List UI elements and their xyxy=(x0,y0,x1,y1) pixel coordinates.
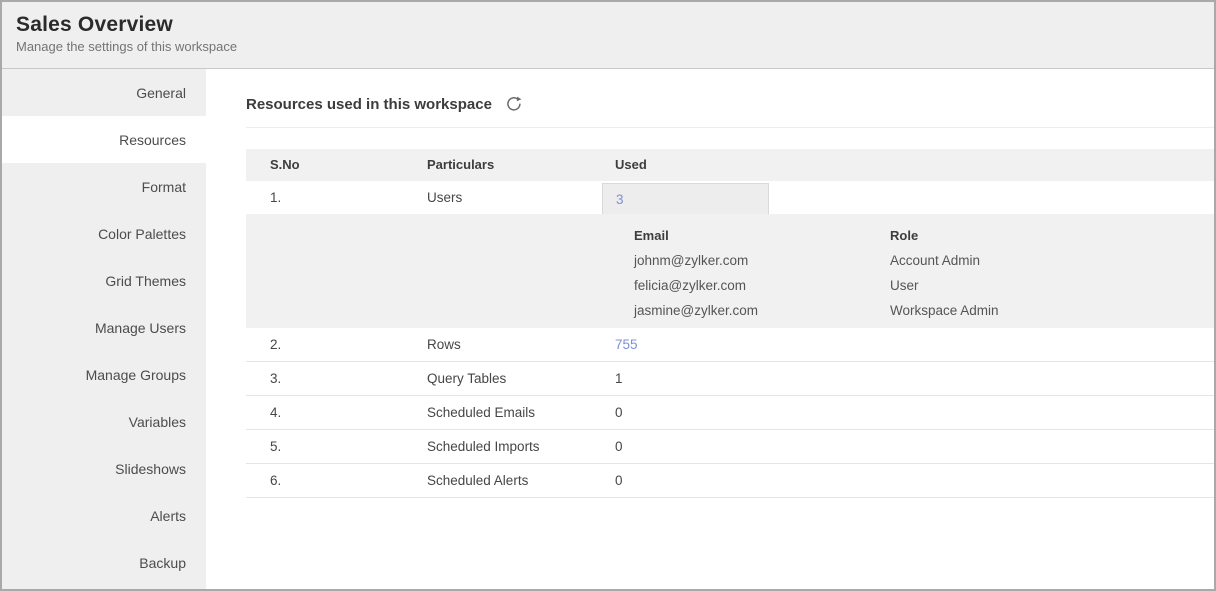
resources-content: Resources used in this workspace S.No Pa… xyxy=(206,69,1214,589)
sidebar-item-general[interactable]: General xyxy=(2,69,206,116)
detail-header-email: Email xyxy=(634,223,890,248)
section-title: Resources used in this workspace xyxy=(246,96,492,113)
section-divider xyxy=(246,127,1214,128)
detail-role-column: Role Account Admin User Workspace Admin xyxy=(890,223,1214,328)
sidebar-item-backup[interactable]: Backup xyxy=(2,539,206,586)
users-count-tab[interactable]: 3 xyxy=(602,183,769,214)
cell-particulars: Query Tables xyxy=(427,362,615,395)
sidebar-item-manage-users[interactable]: Manage Users xyxy=(2,304,206,351)
workspace-settings-page: Sales Overview Manage the settings of th… xyxy=(2,2,1214,589)
rows-count-link[interactable]: 755 xyxy=(615,337,638,352)
sidebar-item-color-palettes[interactable]: Color Palettes xyxy=(2,210,206,257)
column-header-sno: S.No xyxy=(246,149,427,181)
sidebar-item-alerts[interactable]: Alerts xyxy=(2,492,206,539)
cell-used: 3 xyxy=(615,181,1214,214)
cell-particulars: Scheduled Imports xyxy=(427,430,615,463)
section-head: Resources used in this workspace xyxy=(246,95,1214,113)
page-header: Sales Overview Manage the settings of th… xyxy=(2,2,1214,69)
detail-email-column: Email johnm@zylker.com felicia@zylker.co… xyxy=(634,223,890,328)
cell-particulars: Rows xyxy=(427,328,615,361)
cell-used: 0 xyxy=(615,396,1214,429)
sidebar-item-grid-themes[interactable]: Grid Themes xyxy=(2,257,206,304)
detail-header-role: Role xyxy=(890,223,1214,248)
table-header-row: S.No Particulars Used xyxy=(246,149,1214,181)
sidebar-item-slideshows[interactable]: Slideshows xyxy=(2,445,206,492)
detail-email-value: johnm@zylker.com xyxy=(634,248,890,273)
table-row-rows: 2. Rows 755 xyxy=(246,328,1214,362)
cell-particulars: Users xyxy=(427,181,615,214)
column-header-used: Used xyxy=(615,149,1214,181)
detail-role-value: User xyxy=(890,273,1214,298)
sidebar-item-resources[interactable]: Resources xyxy=(2,116,206,163)
table-row-scheduled-emails: 4. Scheduled Emails 0 xyxy=(246,396,1214,430)
cell-particulars: Scheduled Emails xyxy=(427,396,615,429)
cell-sno: 2. xyxy=(246,328,427,361)
column-header-particulars: Particulars xyxy=(427,149,615,181)
page-subtitle: Manage the settings of this workspace xyxy=(16,39,1214,54)
cell-sno: 6. xyxy=(246,464,427,497)
cell-sno: 3. xyxy=(246,362,427,395)
table-row-query-tables: 3. Query Tables 1 xyxy=(246,362,1214,396)
table-row-scheduled-imports: 5. Scheduled Imports 0 xyxy=(246,430,1214,464)
cell-used: 0 xyxy=(615,430,1214,463)
cell-used: 755 xyxy=(615,328,1214,361)
sidebar-item-format[interactable]: Format xyxy=(2,163,206,210)
cell-sno: 1. xyxy=(246,181,427,214)
cell-particulars: Scheduled Alerts xyxy=(427,464,615,497)
detail-role-value: Account Admin xyxy=(890,248,1214,273)
users-count-link[interactable]: 3 xyxy=(616,192,624,207)
resources-table: S.No Particulars Used 1. Users 3 Emai xyxy=(246,149,1214,498)
refresh-icon[interactable] xyxy=(505,95,523,113)
detail-email-value: felicia@zylker.com xyxy=(634,273,890,298)
table-row-scheduled-alerts: 6. Scheduled Alerts 0 xyxy=(246,464,1214,498)
detail-role-value: Workspace Admin xyxy=(890,298,1214,323)
cell-used: 0 xyxy=(615,464,1214,497)
table-row-users: 1. Users 3 xyxy=(246,181,1214,214)
cell-sno: 4. xyxy=(246,396,427,429)
sidebar-item-manage-groups[interactable]: Manage Groups xyxy=(2,351,206,398)
sidebar-item-variables[interactable]: Variables xyxy=(2,398,206,445)
cell-sno: 5. xyxy=(246,430,427,463)
users-detail-panel: Email johnm@zylker.com felicia@zylker.co… xyxy=(246,214,1214,328)
settings-sidebar: General Resources Format Color Palettes … xyxy=(2,69,206,589)
body-row: General Resources Format Color Palettes … xyxy=(2,69,1214,589)
cell-used: 1 xyxy=(615,362,1214,395)
detail-email-value: jasmine@zylker.com xyxy=(634,298,890,323)
page-title: Sales Overview xyxy=(16,13,1214,37)
